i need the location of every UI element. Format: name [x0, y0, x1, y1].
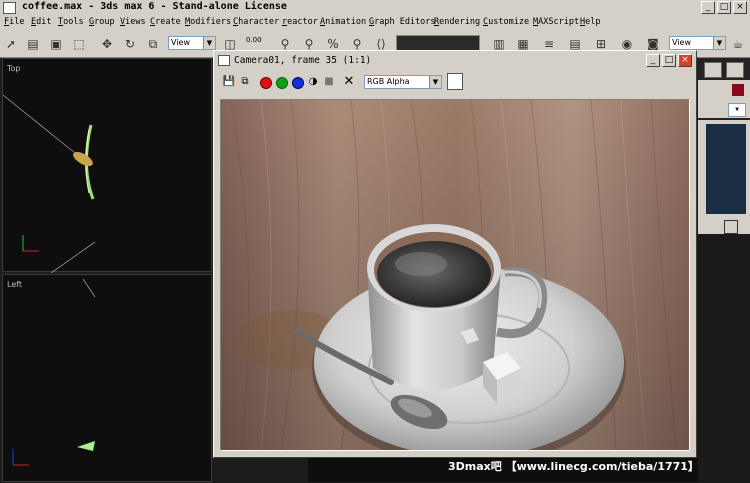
- viewport-top-scene: [3, 94, 96, 273]
- menu-reactor[interactable]: reactor: [282, 17, 318, 27]
- app-icon[interactable]: [3, 2, 16, 14]
- quick-render-icon[interactable]: ☕: [729, 35, 747, 53]
- command-panel: ▼: [698, 58, 750, 482]
- panel-tab-icon[interactable]: [726, 62, 744, 78]
- menu-maxscript[interactable]: MAXScript: [533, 17, 579, 27]
- green-channel-toggle[interactable]: [276, 77, 288, 89]
- pixel-color-swatch[interactable]: [447, 73, 463, 90]
- render-minimize-button[interactable]: _: [646, 54, 660, 67]
- modifier-stack-list[interactable]: [706, 124, 746, 214]
- menu-customize[interactable]: Customize: [483, 17, 529, 27]
- save-bitmap-icon[interactable]: 💾: [222, 75, 236, 89]
- red-channel-toggle[interactable]: [260, 77, 272, 89]
- coffee-cup-render: [221, 100, 689, 450]
- menu-rendering[interactable]: Rendering: [434, 17, 480, 27]
- rotate-icon[interactable]: ↻: [121, 35, 139, 53]
- configure-sets-icon[interactable]: [724, 220, 738, 234]
- menu-views[interactable]: Views: [120, 17, 146, 27]
- minimize-button[interactable]: _: [701, 1, 715, 14]
- alpha-channel-icon[interactable]: ◑: [306, 75, 320, 89]
- watermark-text: 3Dmax吧 【www.linecg.com/tieba/1771】: [448, 460, 699, 473]
- render-type-dropdown[interactable]: View ▼: [669, 36, 726, 50]
- render-type-value: View: [672, 38, 691, 47]
- menu-modifiers[interactable]: Modifiers: [185, 17, 231, 27]
- maximize-button[interactable]: □: [717, 1, 731, 14]
- render-window-icon[interactable]: [218, 55, 230, 66]
- panel-tab-icon[interactable]: [704, 62, 722, 78]
- menu-tools[interactable]: Tools: [58, 17, 84, 27]
- reference-coord-value: View: [171, 38, 190, 47]
- monochrome-icon[interactable]: ■: [322, 75, 336, 89]
- menu-file[interactable]: File: [4, 17, 24, 27]
- channel-value: RGB Alpha: [367, 77, 410, 86]
- render-window-title-bar: Camera01, frame 35 (1:1) _ □ ×: [216, 53, 693, 69]
- menu-edit[interactable]: Edit: [31, 17, 51, 27]
- spinner-value: 0.00: [246, 36, 262, 44]
- viewport-top[interactable]: Top: [2, 58, 212, 273]
- menu-bar: File Edit Tools Group Views Create Modif…: [0, 16, 750, 31]
- close-button[interactable]: ×: [733, 1, 747, 14]
- menu-graph-editors[interactable]: Graph Editors: [369, 17, 436, 27]
- chevron-down-icon: ▼: [713, 37, 725, 49]
- menu-create[interactable]: Create: [150, 17, 181, 27]
- render-window-title: Camera01, frame 35 (1:1): [234, 55, 372, 66]
- window-title: coffee.max - 3ds max 6 - Stand-alone Lic…: [22, 1, 287, 12]
- clear-icon[interactable]: ✕: [342, 75, 356, 89]
- menu-help[interactable]: Help: [580, 17, 600, 27]
- render-toolbar: 💾 ⧉ ◑ ■ ✕ RGB Alpha ▼: [216, 71, 693, 93]
- channel-dropdown[interactable]: RGB Alpha ▼: [364, 75, 442, 89]
- select-by-name-icon[interactable]: ▤: [24, 35, 42, 53]
- menu-character[interactable]: Character: [233, 17, 279, 27]
- main-title-bar: coffee.max - 3ds max 6 - Stand-alone Lic…: [0, 0, 750, 17]
- viewport-left[interactable]: Left: [2, 274, 212, 482]
- select-arrow-icon[interactable]: ➚: [2, 35, 20, 53]
- rendered-image[interactable]: [220, 99, 690, 451]
- window-crossing-icon[interactable]: ⬚: [70, 35, 88, 53]
- blue-channel-toggle[interactable]: [292, 77, 304, 89]
- menu-group[interactable]: Group: [89, 17, 115, 27]
- region-select-icon[interactable]: ▣: [47, 35, 65, 53]
- modifier-list-chevron-down-icon[interactable]: ▼: [728, 103, 746, 117]
- reference-coord-dropdown[interactable]: View ▼: [168, 36, 216, 50]
- render-frame-window: Camera01, frame 35 (1:1) _ □ × 💾 ⧉ ◑ ■ ✕…: [213, 50, 697, 458]
- menu-animation[interactable]: Animation: [320, 17, 366, 27]
- render-maximize-button[interactable]: □: [662, 54, 676, 67]
- scale-icon[interactable]: ⧉: [144, 35, 162, 53]
- object-color-swatch[interactable]: [732, 84, 744, 96]
- clone-window-icon[interactable]: ⧉: [238, 75, 252, 89]
- render-close-button[interactable]: ×: [678, 54, 692, 67]
- chevron-down-icon: ▼: [203, 37, 215, 49]
- viewport-left-scene: [12, 278, 96, 466]
- move-icon[interactable]: ✥: [98, 35, 116, 53]
- chevron-down-icon: ▼: [429, 76, 441, 88]
